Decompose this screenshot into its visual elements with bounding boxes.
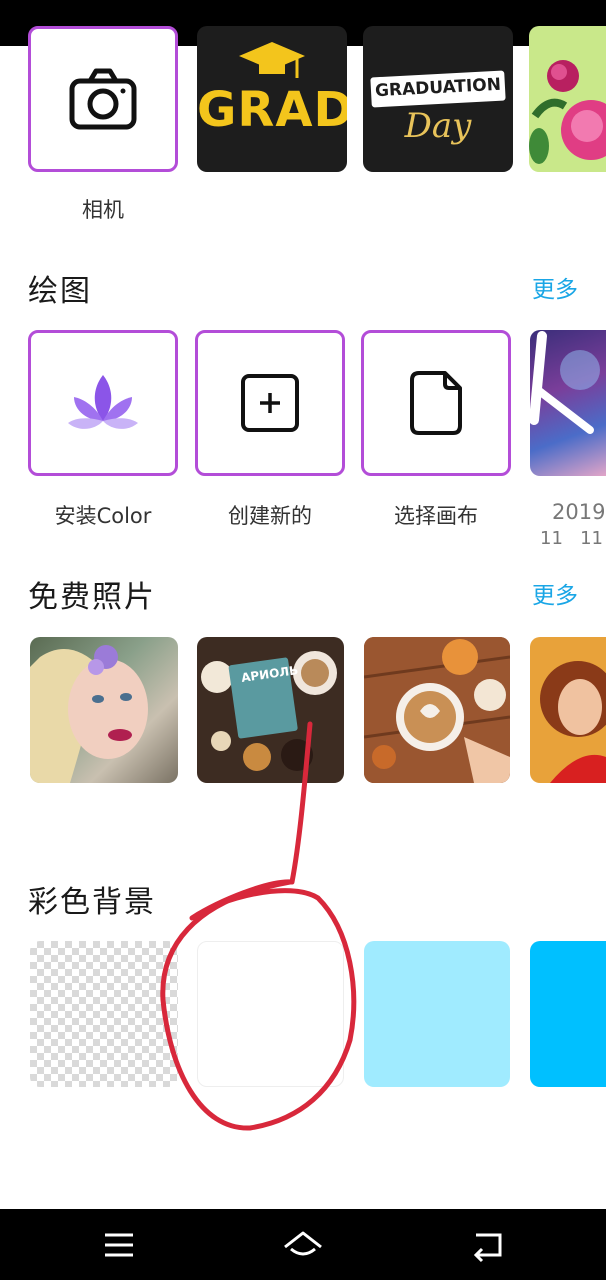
back-icon[interactable] <box>468 1225 508 1265</box>
menu-icon[interactable] <box>99 1225 139 1265</box>
red-circle-annotation <box>160 721 357 1131</box>
navigation-bar <box>0 1209 606 1280</box>
home-icon[interactable] <box>283 1225 323 1265</box>
